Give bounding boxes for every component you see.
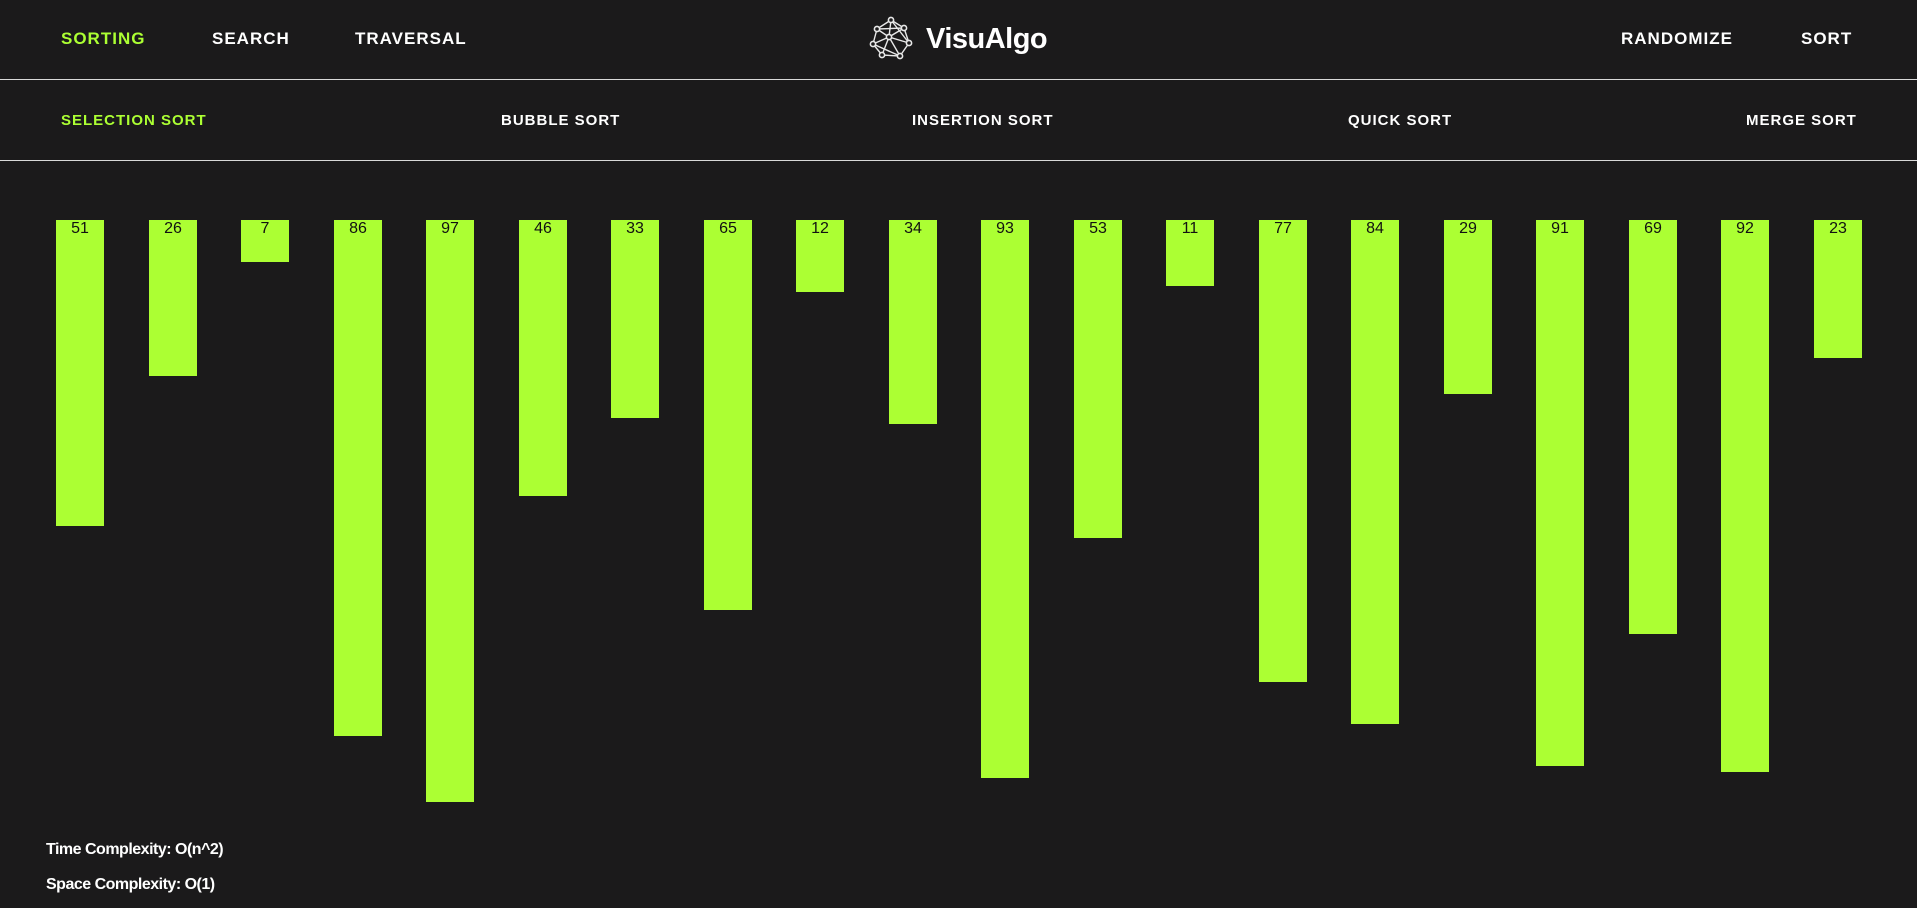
array-bar: 65 (704, 220, 752, 610)
array-bar: 92 (1721, 220, 1769, 772)
array-bar-value: 34 (904, 220, 922, 237)
array-bar: 97 (426, 220, 474, 802)
array-bar: 91 (1536, 220, 1584, 766)
array-bar: 46 (519, 220, 567, 496)
array-bar: 51 (56, 220, 104, 526)
brand-title: VisuAlgo (926, 22, 1048, 55)
array-bar-value: 84 (1366, 220, 1384, 237)
array-bar-value: 33 (626, 220, 644, 237)
array-bar-value: 97 (441, 220, 459, 237)
array-bar-value: 86 (349, 220, 367, 237)
array-bars: 51 26 7 86 97 46 33 65 12 34 93 53 11 77 84 29 91 69 92 23 (0, 220, 1917, 820)
array-bar-value: 91 (1551, 220, 1569, 237)
array-bar-value: 46 (534, 220, 552, 237)
array-bar: 93 (981, 220, 1029, 778)
array-bar: 26 (149, 220, 197, 376)
array-bar-value: 29 (1459, 220, 1477, 237)
array-bar: 33 (611, 220, 659, 418)
array-bar: 11 (1166, 220, 1214, 286)
array-bar: 34 (889, 220, 937, 424)
array-bar: 23 (1814, 220, 1862, 358)
randomize-button[interactable]: RANDOMIZE (1621, 29, 1733, 49)
array-bar-value: 77 (1274, 220, 1292, 237)
brand[interactable]: VisuAlgo (868, 16, 1048, 62)
array-bar: 69 (1629, 220, 1677, 634)
top-navigation-bar: SORTING SEARCH TRAVERSAL VisuAlgo RANDOM… (0, 0, 1917, 80)
tab-quick-sort[interactable]: QUICK SORT (1348, 112, 1452, 129)
nav-traversal[interactable]: TRAVERSAL (355, 29, 467, 49)
tab-merge-sort[interactable]: MERGE SORT (1746, 112, 1857, 129)
array-bar: 84 (1351, 220, 1399, 724)
array-bar-value: 69 (1644, 220, 1662, 237)
array-bar-value: 92 (1736, 220, 1754, 237)
network-graph-icon (869, 16, 913, 60)
array-bar: 53 (1074, 220, 1122, 538)
sort-button[interactable]: SORT (1801, 29, 1852, 49)
array-bar-value: 93 (996, 220, 1014, 237)
array-bar: 77 (1259, 220, 1307, 682)
array-bar-value: 12 (811, 220, 829, 237)
array-bar-value: 53 (1089, 220, 1107, 237)
array-bar-value: 7 (260, 220, 270, 237)
tab-bubble-sort[interactable]: BUBBLE SORT (501, 112, 620, 129)
nav-search[interactable]: SEARCH (212, 29, 290, 49)
array-bar-value: 65 (719, 220, 737, 237)
algorithm-tabs: SELECTION SORT BUBBLE SORT INSERTION SOR… (0, 80, 1917, 161)
array-bar-value: 23 (1829, 220, 1847, 237)
space-complexity: Space Complexity: O(1) (46, 876, 215, 893)
nav-sorting[interactable]: SORTING (61, 29, 145, 49)
array-bar: 12 (796, 220, 844, 292)
array-bar-value: 51 (71, 220, 89, 237)
array-bar-value: 11 (1181, 220, 1199, 237)
array-bar: 29 (1444, 220, 1492, 394)
tab-insertion-sort[interactable]: INSERTION SORT (912, 112, 1054, 129)
array-bar: 7 (241, 220, 289, 262)
tab-selection-sort[interactable]: SELECTION SORT (61, 112, 207, 129)
array-bar: 86 (334, 220, 382, 736)
time-complexity: Time Complexity: O(n^2) (46, 841, 224, 858)
array-bar-value: 26 (164, 220, 182, 237)
